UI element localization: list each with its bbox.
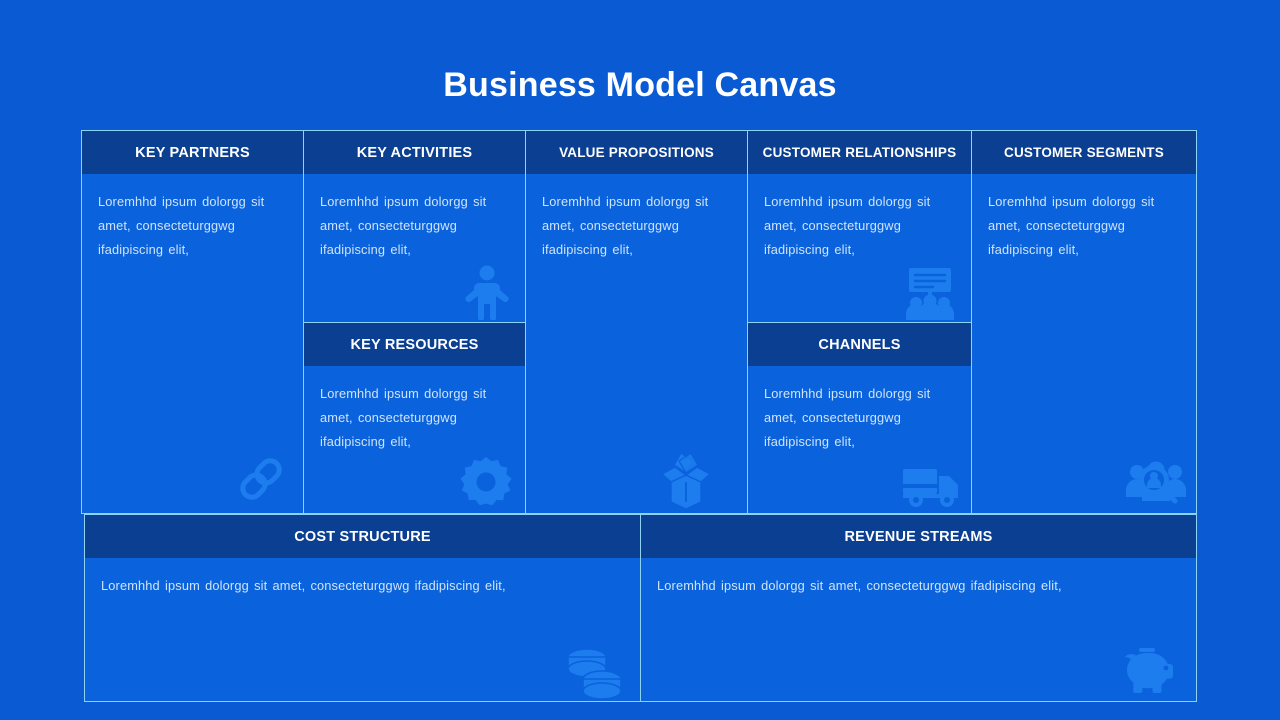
block-text-customer-segments: Loremhhd ipsum dolorgg sit amet, consect… [988,194,1155,257]
page-title: Business Model Canvas [443,66,837,104]
block-body-cost-structure: Loremhhd ipsum dolorgg sit amet, consect… [85,558,640,701]
chain-link-icon [233,451,289,507]
canvas-bottom-row: COST STRUCTURE Loremhhd ipsum dolorgg si… [84,514,1197,702]
block-body-key-activities: Loremhhd ipsum dolorgg sit amet, consect… [304,174,525,322]
block-key-activities[interactable]: KEY ACTIVITIES Loremhhd ipsum dolorgg si… [304,131,525,322]
canvas-column-customer-relationships: CUSTOMER RELATIONSHIPS Loremhhd ipsum do… [747,130,971,514]
block-text-value-propositions: Loremhhd ipsum dolorgg sit amet, consect… [542,194,709,257]
block-header-cost-structure: COST STRUCTURE [85,515,640,558]
delivery-truck-icon [901,463,963,509]
block-customer-segments[interactable]: CUSTOMER SEGMENTS Loremhhd ipsum dolorgg… [972,131,1196,513]
canvas-column-key-partners: KEY PARTNERS Loremhhd ipsum dolorgg sit … [81,130,303,514]
block-customer-relationships[interactable]: CUSTOMER RELATIONSHIPS Loremhhd ipsum do… [748,131,971,322]
block-text-key-activities: Loremhhd ipsum dolorgg sit amet, consect… [320,194,487,257]
gear-icon [459,455,513,509]
block-header-key-partners: KEY PARTNERS [82,131,303,174]
block-body-value-propositions: Loremhhd ipsum dolorgg sit amet, consect… [526,174,747,513]
block-header-customer-segments: CUSTOMER SEGMENTS [972,131,1196,174]
block-body-key-partners: Loremhhd ipsum dolorgg sit amet, consect… [82,174,303,513]
block-title-key-partners: KEY PARTNERS [135,144,250,161]
block-header-channels: CHANNELS [748,323,971,366]
block-title-key-activities: KEY ACTIVITIES [356,144,473,161]
block-title-key-resources: KEY RESOURCES [350,336,479,353]
canvas-column-key-activities: KEY ACTIVITIES Loremhhd ipsum dolorgg si… [303,130,525,514]
block-text-revenue-streams: Loremhhd ipsum dolorgg sit amet, consect… [657,578,1062,593]
block-revenue-streams[interactable]: REVENUE STREAMS Loremhhd ipsum dolorgg s… [640,514,1197,702]
person-icon [461,264,513,320]
business-model-canvas: KEY PARTNERS Loremhhd ipsum dolorgg sit … [81,130,1197,702]
block-title-customer-relationships: CUSTOMER RELATIONSHIPS [762,145,957,160]
open-box-icon [653,449,719,511]
coins-icon [562,641,628,701]
block-text-customer-relationships: Loremhhd ipsum dolorgg sit amet, consect… [764,194,931,257]
customer-search-icon [1126,457,1186,509]
block-header-customer-relationships: CUSTOMER RELATIONSHIPS [748,131,971,174]
block-header-revenue-streams: REVENUE STREAMS [641,515,1196,558]
canvas-top-row: KEY PARTNERS Loremhhd ipsum dolorgg sit … [81,130,1197,514]
block-body-revenue-streams: Loremhhd ipsum dolorgg sit amet, consect… [641,558,1196,701]
block-header-key-resources: KEY RESOURCES [304,323,525,366]
block-key-partners[interactable]: KEY PARTNERS Loremhhd ipsum dolorgg sit … [82,131,303,513]
block-body-channels: Loremhhd ipsum dolorgg sit amet, consect… [748,366,971,513]
block-text-key-resources: Loremhhd ipsum dolorgg sit amet, consect… [320,386,487,449]
audience-presentation-icon [903,266,957,320]
block-body-customer-relationships: Loremhhd ipsum dolorgg sit amet, consect… [748,174,971,322]
block-title-channels: CHANNELS [818,336,901,353]
block-title-value-propositions: VALUE PROPOSITIONS [559,145,714,160]
block-title-customer-segments: CUSTOMER SEGMENTS [1004,145,1164,160]
canvas-column-value-propositions: VALUE PROPOSITIONS Loremhhd ipsum dolorg… [525,130,747,514]
block-header-value-propositions: VALUE PROPOSITIONS [526,131,747,174]
block-channels[interactable]: CHANNELS Loremhhd ipsum dolorgg sit amet… [748,322,971,513]
block-text-channels: Loremhhd ipsum dolorgg sit amet, consect… [764,386,931,449]
block-text-key-partners: Loremhhd ipsum dolorgg sit amet, consect… [98,194,265,257]
block-value-propositions[interactable]: VALUE PROPOSITIONS Loremhhd ipsum dolorg… [526,131,747,513]
block-header-key-activities: KEY ACTIVITIES [304,131,525,174]
piggy-bank-icon [1122,647,1184,697]
block-cost-structure[interactable]: COST STRUCTURE Loremhhd ipsum dolorgg si… [84,514,640,702]
block-text-cost-structure: Loremhhd ipsum dolorgg sit amet, consect… [101,578,506,593]
block-key-resources[interactable]: KEY RESOURCES Loremhhd ipsum dolorgg sit… [304,322,525,513]
block-body-key-resources: Loremhhd ipsum dolorgg sit amet, consect… [304,366,525,513]
block-title-revenue-streams: REVENUE STREAMS [844,528,993,545]
block-title-cost-structure: COST STRUCTURE [294,528,431,545]
block-body-customer-segments: Loremhhd ipsum dolorgg sit amet, consect… [972,174,1196,513]
canvas-column-customer-segments: CUSTOMER SEGMENTS Loremhhd ipsum dolorgg… [971,130,1197,514]
